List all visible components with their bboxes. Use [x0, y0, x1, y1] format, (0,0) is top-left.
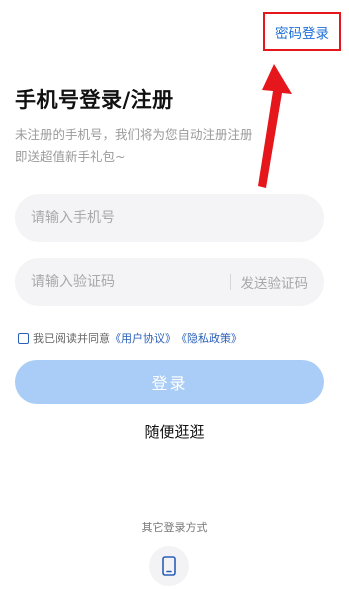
phone-icon [162, 556, 176, 576]
login-button[interactable]: 登录 [15, 360, 324, 404]
agreement-prefix: 我已阅读并同意 [33, 332, 110, 345]
user-agreement-link[interactable]: 《用户协议》 [110, 330, 176, 346]
code-field[interactable]: 发送验证码 [15, 258, 324, 306]
phone-login-button[interactable] [149, 546, 189, 586]
field-divider [229, 274, 231, 290]
phone-field[interactable] [15, 194, 324, 242]
password-login-label: 密码登录 [275, 25, 329, 42]
phone-input[interactable] [31, 210, 308, 226]
agreement-checkbox[interactable] [18, 332, 29, 344]
other-login-label: 其它登录方式 [141, 521, 208, 534]
code-input[interactable] [31, 274, 224, 290]
login-page: 密码登录 手机号登录/注册 未注册的手机号，我们将为您自动注册注册即送超值新手礼… [0, 0, 349, 589]
send-code-button[interactable]: 发送验证码 [241, 272, 309, 292]
browse-link[interactable]: 随便逛逛 [0, 421, 349, 442]
page-subtitle: 未注册的手机号，我们将为您自动注册注册即送超值新手礼包~ [15, 127, 253, 164]
page-title: 手机号登录/注册 [15, 88, 174, 112]
agreement-row: 我已阅读并同意 《用户协议》 《隐私政策》 [18, 330, 242, 346]
privacy-policy-link[interactable]: 《隐私政策》 [176, 330, 242, 346]
password-login-link[interactable]: 密码登录 [263, 12, 341, 51]
